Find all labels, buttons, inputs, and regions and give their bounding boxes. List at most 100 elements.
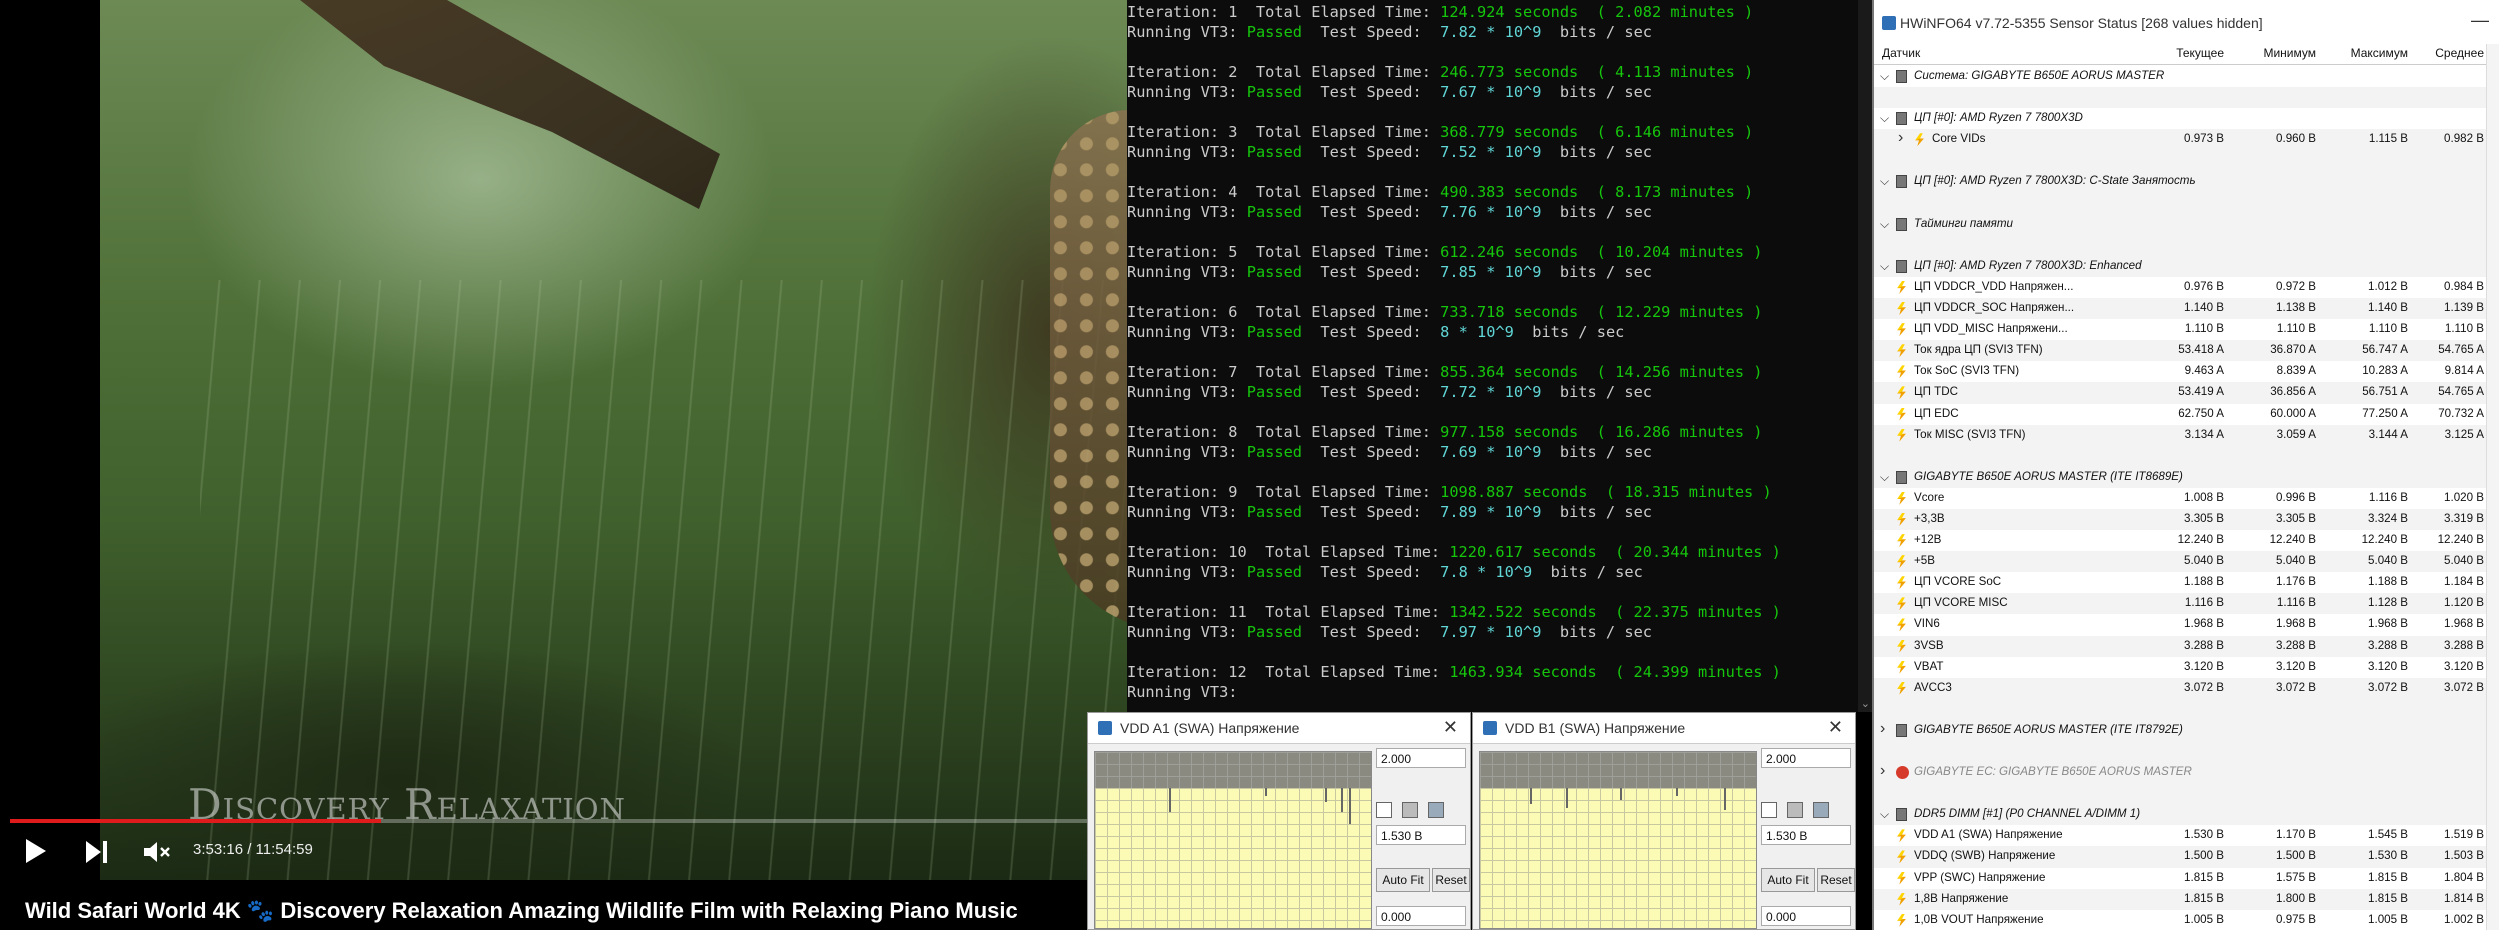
column-current[interactable]: Текущее — [2132, 46, 2224, 60]
sensor-name: AVCC3 — [1914, 680, 1952, 694]
chevron-down-icon[interactable]: ⌵ — [1880, 174, 1889, 189]
sensor-group-row[interactable]: ⌵ ЦП [#0]: AMD Ryzen 7 7800X3D: C-State З… — [1874, 171, 2499, 193]
auto-fit-button[interactable]: Auto Fit — [1376, 868, 1430, 892]
sensor-row[interactable]: ЦП VCORE SoC 1.188 В 1.176 В 1.188 В 1.184 В — [1874, 572, 2499, 593]
sensor-row[interactable]: Ток SoC (SVI3 TFN) 9.463 A 8.839 A 10.283 A… — [1874, 361, 2499, 382]
terminal-result-line: Running VT3: Passed Test Speed: 7.89 * 1… — [1127, 502, 1781, 522]
reset-button[interactable]: Reset — [1432, 868, 1470, 892]
terminal-iteration-line: Iteration: 6 Total Elapsed Time: 733.718… — [1127, 302, 1781, 322]
graph-max-field[interactable]: 2.000 — [1761, 748, 1851, 768]
sensor-row[interactable]: Ток ядра ЦП (SVI3 TFN) 53.418 A 36.870 A 56… — [1874, 340, 2499, 362]
running-label: Running VT3: — [1127, 563, 1247, 581]
sensor-row[interactable]: 3VSB 3.288 В 3.288 В 3.288 В 3.288 В — [1874, 635, 2499, 657]
graph-checkbox[interactable] — [1813, 802, 1829, 818]
sensor-row[interactable]: VDD A1 (SWA) Напряжение 1.530 В 1.170 В 1.5… — [1874, 825, 2499, 846]
voltage-bolt-icon — [1897, 913, 1906, 927]
sensor-group-row[interactable]: › GIGABYTE EC: GIGABYTE B650E AORUS MASTE… — [1874, 762, 2499, 784]
video-title[interactable]: Wild Safari World 4K 🐾 Discovery Relaxat… — [25, 898, 1018, 924]
sensor-group-row[interactable]: ⌵ DDR5 DIMM [#1] (P0 CHANNEL A/DIMM 1) — [1874, 804, 2499, 826]
video-progress-bar[interactable] — [10, 819, 1117, 823]
chevron-right-icon[interactable]: › — [1898, 129, 1903, 147]
sensor-group-row[interactable]: ⌵ GIGABYTE B650E AORUS MASTER (ITE IT8689… — [1874, 466, 2499, 488]
graph-checkbox[interactable] — [1376, 802, 1392, 818]
sensor-group-name: DDR5 DIMM [#1] (P0 CHANNEL A/DIMM 1) — [1914, 807, 2141, 821]
sensor-name: 1,0В VOUT Напряжение — [1914, 912, 2044, 926]
sensor-row[interactable]: ЦП VDDCR_VDD Напряжен... 0.976 В 0.972 В 1.… — [1874, 277, 2499, 298]
sensor-group-row[interactable]: ⌵ Тайминги памяти — [1874, 213, 2499, 235]
chevron-down-icon[interactable]: ⌵ — [1880, 111, 1889, 126]
graph-window-vdd-a1[interactable]: VDD A1 (SWA) Напряжение ✕ 2.000 1.530 В … — [1087, 712, 1471, 930]
terminal-result-line: Running VT3: Passed Test Speed: 7.69 * 1… — [1127, 442, 1781, 462]
graph-checkbox[interactable] — [1402, 802, 1418, 818]
sensor-row[interactable]: AVCC3 3.072 В 3.072 В 3.072 В 3.072 В — [1874, 677, 2499, 699]
chevron-down-icon[interactable]: ⌵ — [1880, 217, 1889, 232]
chevron-right-icon[interactable]: › — [1880, 762, 1885, 780]
video-player[interactable]: Discovery Relaxation 3:53:16 / 11:54:59 … — [0, 0, 1127, 930]
sensor-row[interactable]: 1,8В Напряжение 1.815 В 1.800 В 1.815 В 1.81… — [1874, 888, 2499, 910]
graph-min-field[interactable]: 0.000 — [1376, 906, 1466, 926]
minimize-icon[interactable]: — — [2471, 10, 2489, 31]
graph-min-field[interactable]: 0.000 — [1761, 906, 1851, 926]
sensor-value-min: 3.305 В — [2276, 511, 2316, 525]
video-frame[interactable] — [100, 0, 1127, 880]
sensor-row[interactable]: +5В 5.040 В 5.040 В 5.040 В 5.040 В — [1874, 551, 2499, 573]
sensor-row[interactable]: VPP (SWC) Напряжение 1.815 В 1.575 В 1.815 … — [1874, 868, 2499, 889]
sensor-value-avg: 1.184 В — [2444, 575, 2484, 589]
graph-titlebar[interactable]: VDD B1 (SWA) Напряжение ✕ — [1473, 713, 1855, 744]
chevron-down-icon[interactable]: ⌵ — [1880, 470, 1889, 485]
terminal-window[interactable]: Iteration: 1 Total Elapsed Time: 124.924… — [1127, 0, 1872, 712]
iteration-label: Iteration: 10 Total Elapsed Time: — [1127, 543, 1450, 561]
sensor-row[interactable]: ЦП VCORE MISC 1.116 В 1.116 В 1.128 В 1.120 … — [1874, 593, 2499, 615]
sensor-group-name: GIGABYTE B650E AORUS MASTER (ITE IT8689E… — [1914, 469, 2183, 483]
sensor-row[interactable]: ЦП TDC 53.419 A 36.856 A 56.751 A 54.765 A — [1874, 382, 2499, 404]
sensor-row[interactable]: VIN6 1.968 В 1.968 В 1.968 В 1.968 В — [1874, 614, 2499, 635]
sensor-row[interactable]: › Core VIDs 0.973 В 0.960 В 1.115 В 0.982 В — [1874, 129, 2499, 151]
sensor-group-row[interactable]: ⌵ Система: GIGABYTE B650E AORUS MASTER — [1874, 66, 2499, 87]
chevron-right-icon[interactable]: › — [1880, 720, 1885, 738]
hwinfo-graph-icon — [1098, 721, 1112, 735]
video-progress-fill — [10, 819, 382, 823]
reset-button[interactable]: Reset — [1817, 868, 1855, 892]
sensor-row[interactable]: Ток MISC (SVI3 TFN) 3.134 A 3.059 A 3.144 A… — [1874, 424, 2499, 446]
graph-checkbox[interactable] — [1787, 802, 1803, 818]
close-icon[interactable]: ✕ — [1828, 717, 1843, 738]
chevron-down-icon[interactable]: ⌵ — [1880, 807, 1889, 822]
sensor-value-min: 1.176 В — [2276, 575, 2316, 589]
sensor-row[interactable]: 1,0В VOUT Напряжение 1.005 В 0.975 В 1.005 … — [1874, 910, 2499, 930]
speed-unit: bits / sec — [1541, 503, 1652, 521]
scroll-down-icon[interactable]: ⌄ — [1861, 697, 1870, 710]
sensor-row[interactable]: +12В 12.240 В 12.240 В 12.240 В 12.240 В — [1874, 530, 2499, 551]
sensor-row[interactable]: ЦП EDC 62.750 A 60.000 A 77.250 A 70.732 A — [1874, 404, 2499, 425]
sensor-group-row[interactable]: ⌵ ЦП [#0]: AMD Ryzen 7 7800X3D: Enhanced — [1874, 255, 2499, 277]
sensor-row[interactable]: ЦП VDDCR_SOC Напряжен... 1.140 В 1.138 В 1.… — [1874, 298, 2499, 320]
sensor-value-cur: 3.120 В — [2184, 659, 2224, 673]
graph-titlebar[interactable]: VDD A1 (SWA) Напряжение ✕ — [1088, 713, 1470, 744]
sensor-row[interactable]: VBAT 3.120 В 3.120 В 3.120 В 3.120 В — [1874, 657, 2499, 678]
column-sensor[interactable]: Датчик — [1882, 46, 1920, 60]
auto-fit-button[interactable]: Auto Fit — [1761, 868, 1815, 892]
column-avg[interactable]: Среднее — [2392, 46, 2484, 60]
column-min[interactable]: Минимум — [2224, 46, 2316, 60]
sensor-row[interactable]: Vcore 1.008 В 0.996 В 1.116 В 1.020 В — [1874, 488, 2499, 509]
hwinfo-scrollbar[interactable] — [2486, 44, 2499, 930]
sensor-row[interactable]: +3,3В 3.305 В 3.305 В 3.324 В 3.319 В — [1874, 508, 2499, 531]
chevron-down-icon[interactable]: ⌵ — [1880, 259, 1889, 274]
sensor-row[interactable]: VDDQ (SWB) Напряжение 1.500 В 1.500 В 1.530… — [1874, 846, 2499, 868]
next-icon[interactable] — [86, 841, 110, 863]
hwinfo-titlebar[interactable]: HWiNFO64 v7.72-5355 Sensor Status [268 v… — [1874, 8, 2499, 38]
mute-icon[interactable] — [142, 839, 172, 865]
chevron-down-icon[interactable]: ⌵ — [1880, 69, 1889, 84]
graph-window-vdd-b1[interactable]: VDD B1 (SWA) Напряжение ✕ 2.000 1.530 В … — [1472, 712, 1856, 930]
sensor-spacer — [1874, 234, 2499, 256]
graph-checkbox[interactable] — [1428, 802, 1444, 818]
hwinfo-sensor-window[interactable]: HWiNFO64 v7.72-5355 Sensor Status [268 v… — [1872, 0, 2499, 930]
terminal-scrollbar[interactable]: ⌄ — [1858, 0, 1872, 712]
hwinfo-graph-icon — [1483, 721, 1497, 735]
graph-checkbox[interactable] — [1761, 802, 1777, 818]
sensor-row[interactable]: ЦП VDD_MISC Напряжени... 1.110 В 1.110 В 1.… — [1874, 319, 2499, 340]
play-icon[interactable] — [26, 839, 46, 863]
sensor-group-row[interactable]: ⌵ ЦП [#0]: AMD Ryzen 7 7800X3D — [1874, 108, 2499, 129]
close-icon[interactable]: ✕ — [1443, 717, 1458, 738]
sensor-group-row[interactable]: › GIGABYTE B650E AORUS MASTER (ITE IT8792… — [1874, 719, 2499, 741]
graph-max-field[interactable]: 2.000 — [1376, 748, 1466, 768]
